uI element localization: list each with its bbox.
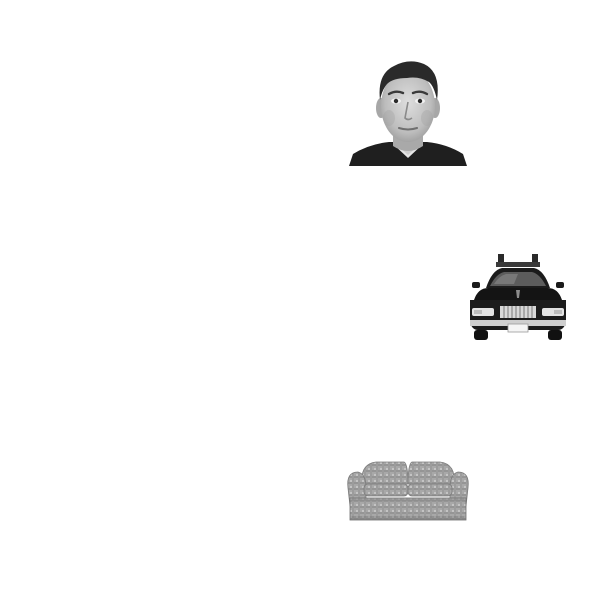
police-car-photo <box>468 252 568 344</box>
back-cushion-right <box>407 461 455 485</box>
light-bar <box>496 262 540 267</box>
seat-cushion-right <box>407 483 453 497</box>
seat-cushion-left <box>363 483 409 497</box>
license-plate <box>507 323 529 333</box>
back-cushion-left <box>361 461 409 485</box>
face-photo <box>349 56 467 166</box>
sofa-photo <box>346 458 470 522</box>
grille <box>500 306 536 318</box>
